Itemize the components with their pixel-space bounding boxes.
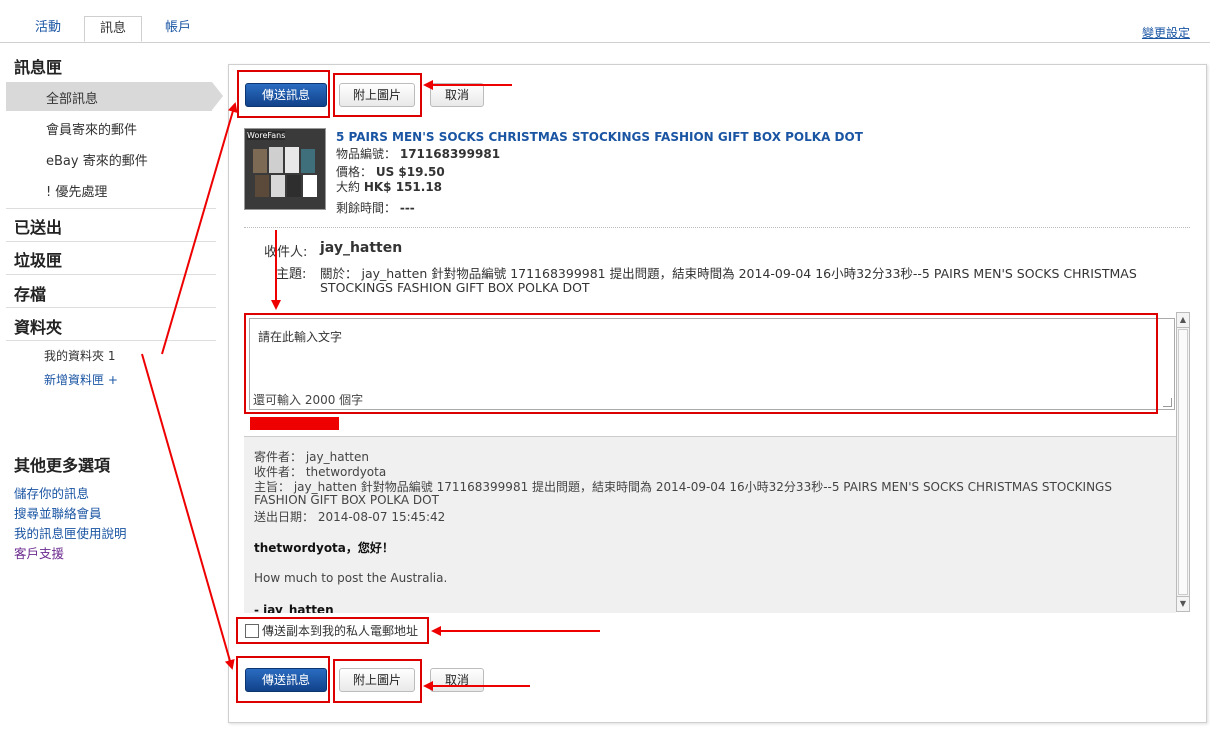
item-approx-price: HK$ 151.18 <box>363 180 443 194</box>
annotation-box <box>333 73 422 117</box>
sidebar-item-my-folder[interactable]: 我的資料夾 1 <box>44 347 115 364</box>
sidebar-archive[interactable]: 存檔 <box>14 281 46 305</box>
sidebar-active-pointer <box>212 82 223 110</box>
item-approx-label: 大約 <box>336 180 361 194</box>
sidebar-trash[interactable]: 垃圾匣 <box>14 247 62 271</box>
item-number: 171168399981 <box>399 147 501 161</box>
sidebar-item-member-mail[interactable]: 會員寄來的郵件 <box>46 119 137 138</box>
item-price-label: 價格： <box>336 165 373 179</box>
folders-heading[interactable]: 資料夾 <box>14 314 62 338</box>
annotation-box <box>236 617 429 644</box>
item-time: --- <box>399 201 415 215</box>
annotation-box <box>237 70 330 118</box>
scrollbar[interactable]: ▲ ▼ <box>1176 312 1190 612</box>
change-settings-link[interactable]: 變更設定 <box>1142 24 1190 41</box>
quoted-greeting: thetwordyota，您好！ <box>254 541 394 555</box>
annotation-box <box>236 656 330 703</box>
divider <box>6 307 216 308</box>
sidebar-item-ebay-mail[interactable]: eBay 寄來的郵件 <box>46 150 148 169</box>
divider <box>6 208 216 209</box>
item-time-row: 剩餘時間： --- <box>336 199 415 216</box>
scroll-down-icon[interactable]: ▼ <box>1177 596 1189 611</box>
item-time-label: 剩餘時間： <box>336 201 397 215</box>
redaction-bar <box>250 417 339 430</box>
recipient-label: 收件人: <box>264 245 308 260</box>
arrow-icon <box>141 353 235 670</box>
item-approx-row: 大約 HK$ 151.18 <box>336 178 442 195</box>
recipient-value: jay_hatten <box>320 240 403 256</box>
divider <box>6 241 216 242</box>
subject-line-2: STOCKINGS FASHION GIFT BOX POLKA DOT <box>320 280 590 295</box>
socks-image <box>253 147 317 197</box>
item-thumbnail[interactable]: WoreFans <box>244 128 326 210</box>
tab-activity[interactable]: 活動 <box>22 16 74 42</box>
customer-support-link[interactable]: 客戶支援 <box>14 543 64 562</box>
quoted-date: 送出日期： 2014-08-07 15:45:42 <box>254 510 446 524</box>
quoted-body: How much to post the Australia. <box>254 571 448 585</box>
sidebar-item-all-messages[interactable]: 全部訊息 <box>46 88 98 107</box>
tab-messages[interactable]: 訊息 <box>84 16 142 42</box>
item-number-row: 物品編號： 171168399981 <box>336 145 500 162</box>
scroll-up-icon[interactable]: ▲ <box>1177 313 1189 328</box>
more-options-heading: 其他更多選項 <box>14 456 111 475</box>
divider <box>6 340 216 341</box>
divider <box>6 274 216 275</box>
quoted-message: 寄件者： jay_hatten 收件者： thetwordyota 主旨： ja… <box>244 436 1176 613</box>
divider <box>244 227 1190 228</box>
add-folder-link[interactable]: 新增資料匣 + <box>44 371 118 388</box>
sidebar-item-priority[interactable]: ! 優先處理 <box>46 181 107 200</box>
annotation-box <box>244 313 1158 414</box>
annotation-box <box>333 659 422 703</box>
arrow-icon <box>161 102 238 355</box>
save-messages-link[interactable]: 儲存你的訊息 <box>14 483 89 502</box>
tab-bar: 活動 訊息 帳戶 變更設定 <box>0 0 1210 43</box>
subject-label: 主題: <box>276 267 307 282</box>
tab-account[interactable]: 帳戶 <box>152 16 204 42</box>
item-price: US $19.50 <box>375 165 445 179</box>
scroll-thumb[interactable] <box>1178 329 1188 595</box>
item-title-link[interactable]: 5 PAIRS MEN'S SOCKS CHRISTMAS STOCKINGS … <box>336 130 863 144</box>
sidebar-active-bg <box>6 82 212 111</box>
cancel-button-bottom[interactable]: 取消 <box>430 668 484 692</box>
cancel-button[interactable]: 取消 <box>430 83 484 107</box>
resize-handle-icon[interactable] <box>1163 398 1172 407</box>
inbox-help-link[interactable]: 我的訊息匣使用說明 <box>14 523 127 542</box>
quoted-signature: - jay_hatten <box>254 603 334 613</box>
quoted-subject-2: FASHION GIFT BOX POLKA DOT <box>254 493 439 507</box>
item-number-label: 物品編號： <box>336 147 397 161</box>
sidebar-sent[interactable]: 已送出 <box>14 214 62 238</box>
find-member-link[interactable]: 搜尋並聯絡會員 <box>14 503 102 522</box>
inbox-heading[interactable]: 訊息匣 <box>14 54 62 78</box>
